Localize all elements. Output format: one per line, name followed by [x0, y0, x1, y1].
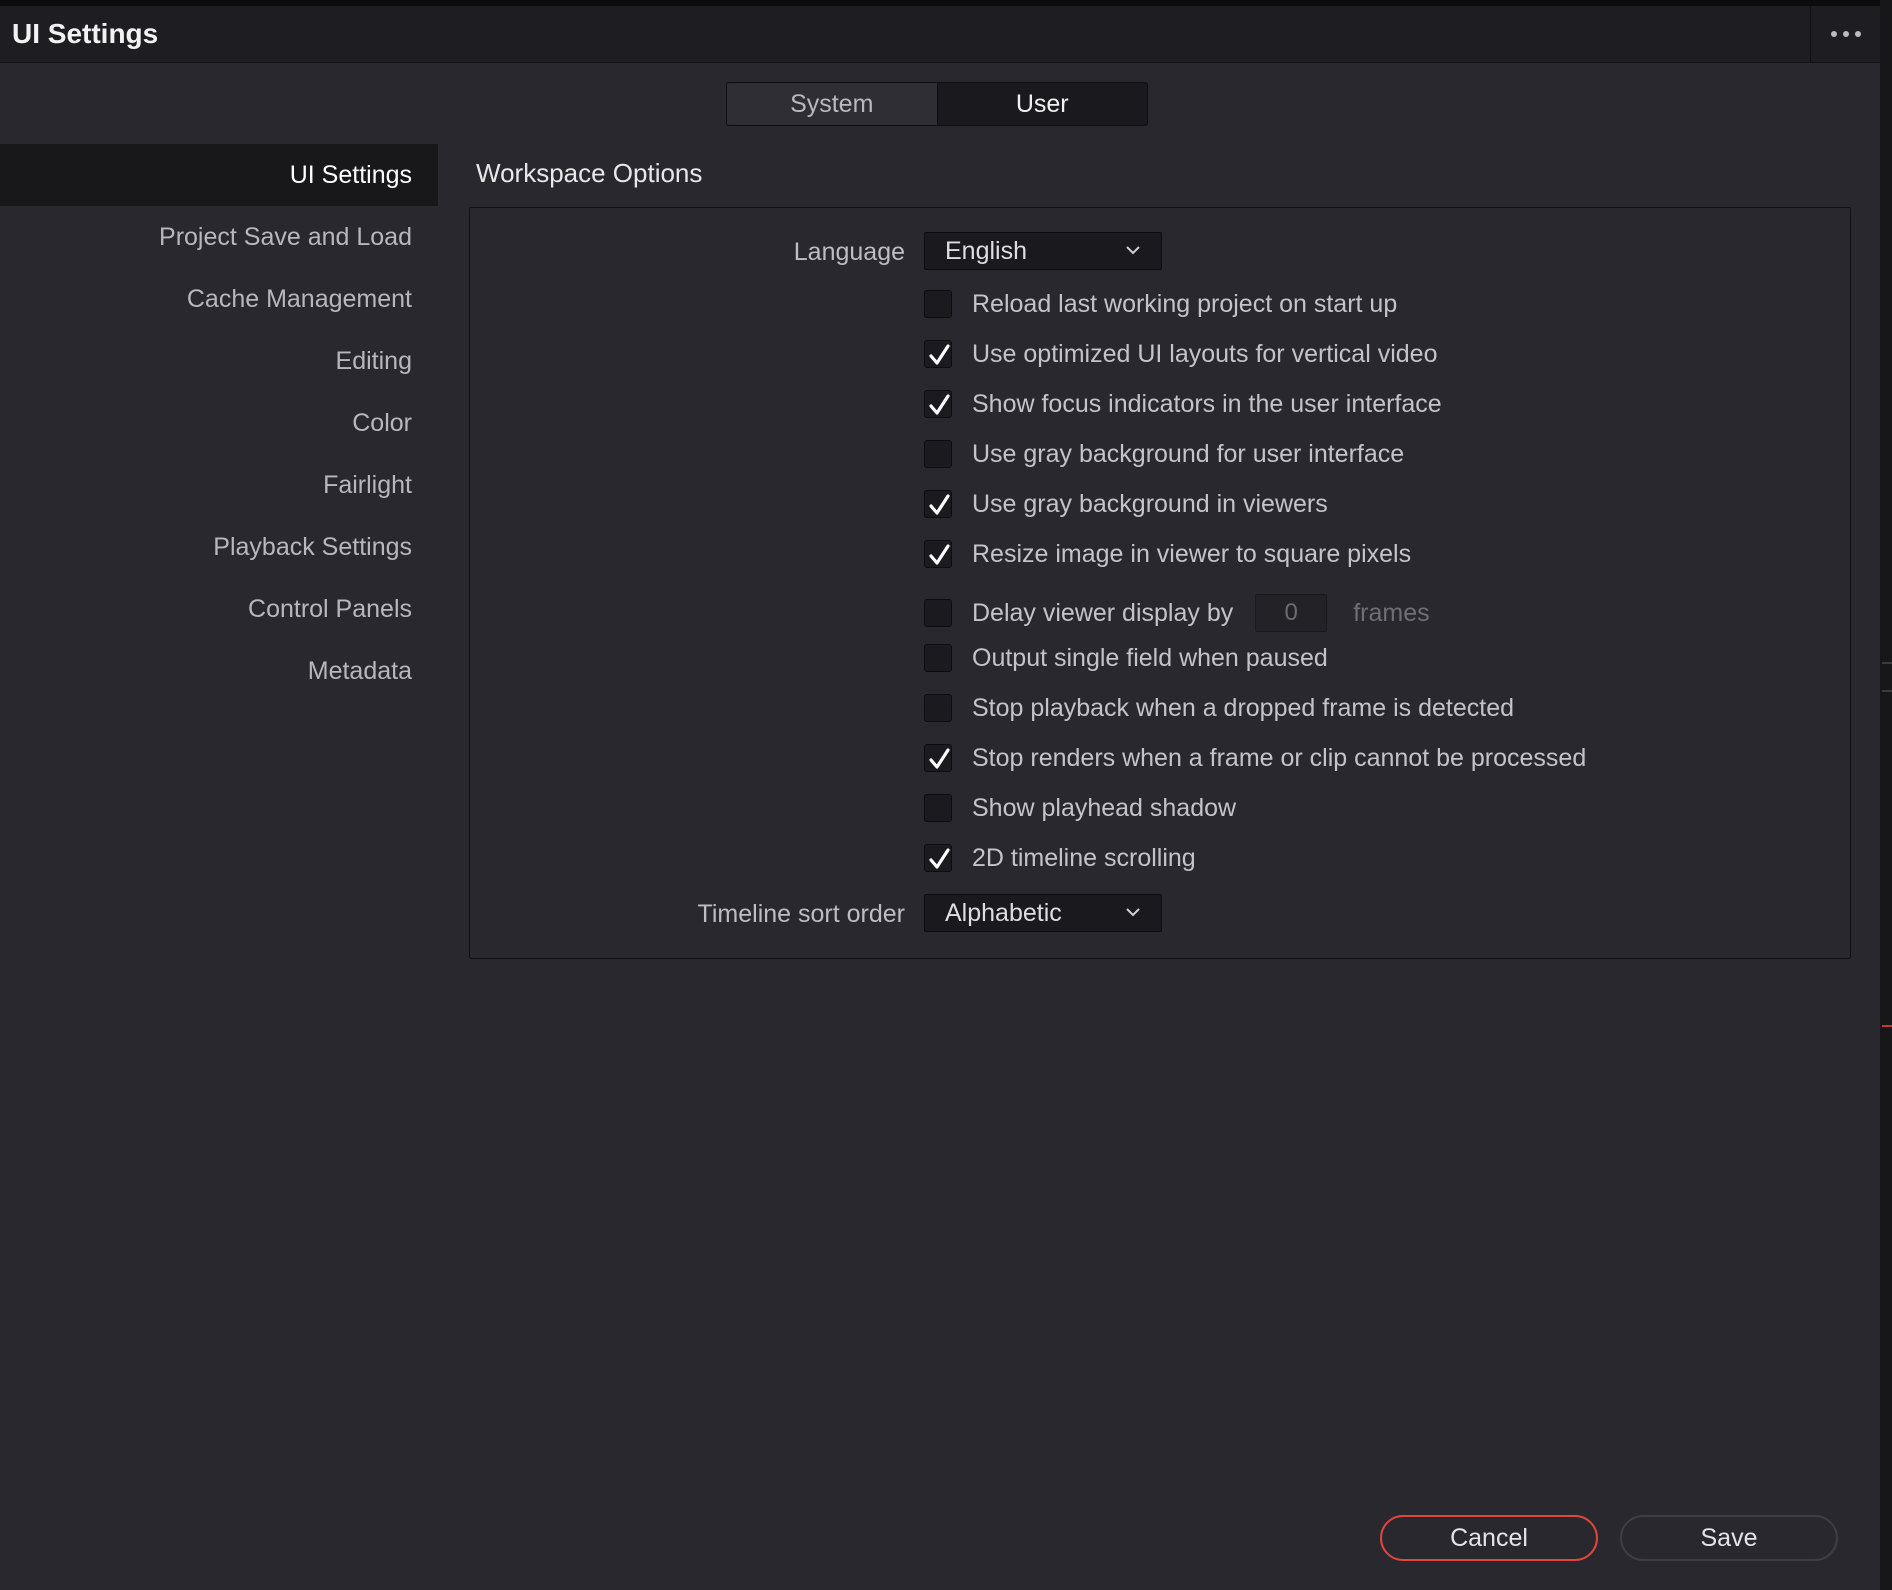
option-row: Stop renders when a frame or clip cannot… [924, 742, 1586, 774]
more-options-icon[interactable] [1810, 6, 1881, 62]
option-checkbox[interactable] [924, 794, 952, 822]
option-checkbox[interactable] [924, 440, 952, 468]
option-row: Output single field when paused [924, 642, 1328, 674]
sidebar-item-control-panels[interactable]: Control Panels [0, 578, 438, 640]
language-value: English [945, 236, 1027, 265]
option-row: 2D timeline scrolling [924, 842, 1196, 874]
edge-divider [1882, 662, 1892, 664]
title-bar: UI Settings [0, 6, 1880, 63]
chevron-down-icon [1126, 246, 1140, 255]
option-label: Use gray background for user interface [972, 439, 1405, 468]
option-checkbox[interactable] [924, 844, 952, 872]
tab-system[interactable]: System [727, 83, 937, 125]
language-label: Language [793, 238, 905, 266]
option-label: Use optimized UI layouts for vertical vi… [972, 339, 1438, 368]
option-label: 2D timeline scrolling [972, 843, 1196, 872]
edge-divider [1882, 690, 1892, 692]
option-checkbox[interactable] [924, 599, 952, 627]
window-title: UI Settings [12, 18, 159, 49]
timeline-sort-dropdown[interactable]: Alphabetic [924, 894, 1162, 932]
sidebar-item-ui-settings[interactable]: UI Settings [0, 144, 438, 206]
option-row: Resize image in viewer to square pixels [924, 538, 1411, 570]
option-label: Show focus indicators in the user interf… [972, 389, 1442, 418]
timeline-sort-label: Timeline sort order [697, 900, 905, 928]
sidebar: UI Settings Project Save and Load Cache Ma… [0, 144, 438, 702]
checkmark-icon [929, 394, 950, 415]
option-checkbox[interactable] [924, 490, 952, 518]
option-row: Show focus indicators in the user interf… [924, 388, 1442, 420]
option-checkbox[interactable] [924, 340, 952, 368]
sidebar-item-cache-management[interactable]: Cache Management [0, 268, 438, 330]
checkmark-icon [929, 848, 950, 869]
edge-marker [1882, 1025, 1892, 1027]
preferences-scope-tabs: System User [726, 82, 1148, 126]
option-row: Delay viewer display by 0 frames [924, 593, 1430, 633]
option-row: Use gray background for user interface [924, 438, 1404, 470]
option-row: Use optimized UI layouts for vertical vi… [924, 338, 1437, 370]
option-checkbox[interactable] [924, 694, 952, 722]
checkmark-icon [929, 494, 950, 515]
option-label: Use gray background in viewers [972, 489, 1328, 518]
section-title: Workspace Options [476, 158, 703, 188]
option-checkbox[interactable] [924, 290, 952, 318]
checkmark-icon [929, 748, 950, 769]
workspace-options-panel: Language English Timeline sort order Alp… [469, 207, 1851, 959]
cancel-button[interactable]: Cancel [1380, 1515, 1598, 1561]
option-checkbox[interactable] [924, 744, 952, 772]
checkmark-icon [929, 544, 950, 565]
delay-frames-input[interactable]: 0 [1255, 594, 1328, 632]
sidebar-item-project-save-and-load[interactable]: Project Save and Load [0, 206, 438, 268]
option-label: Delay viewer display by [972, 598, 1234, 627]
option-row: Use gray background in viewers [924, 488, 1328, 520]
option-label: Stop renders when a frame or clip cannot… [972, 743, 1587, 772]
sidebar-item-metadata[interactable]: Metadata [0, 640, 438, 702]
chevron-down-icon [1126, 908, 1140, 917]
option-row: Reload last working project on start up [924, 288, 1397, 320]
option-row: Show playhead shadow [924, 792, 1236, 824]
option-checkbox[interactable] [924, 644, 952, 672]
option-label: Resize image in viewer to square pixels [972, 539, 1412, 568]
sidebar-item-color[interactable]: Color [0, 392, 438, 454]
option-label: Show playhead shadow [972, 793, 1237, 822]
sidebar-item-fairlight[interactable]: Fairlight [0, 454, 438, 516]
option-label: Reload last working project on start up [972, 289, 1398, 318]
language-dropdown[interactable]: English [924, 232, 1162, 270]
option-label: Stop playback when a dropped frame is de… [972, 693, 1515, 722]
checkmark-icon [929, 344, 950, 365]
sidebar-item-playback-settings[interactable]: Playback Settings [0, 516, 438, 578]
background-window-edge [1880, 0, 1892, 1590]
timeline-sort-value: Alphabetic [945, 898, 1062, 927]
option-row: Stop playback when a dropped frame is de… [924, 692, 1514, 724]
option-checkbox[interactable] [924, 390, 952, 418]
option-checkbox[interactable] [924, 540, 952, 568]
option-label: Output single field when paused [972, 643, 1328, 672]
tab-user[interactable]: User [936, 83, 1147, 125]
delay-unit-label: frames [1353, 598, 1430, 627]
save-button[interactable]: Save [1620, 1515, 1838, 1561]
sidebar-item-editing[interactable]: Editing [0, 330, 438, 392]
